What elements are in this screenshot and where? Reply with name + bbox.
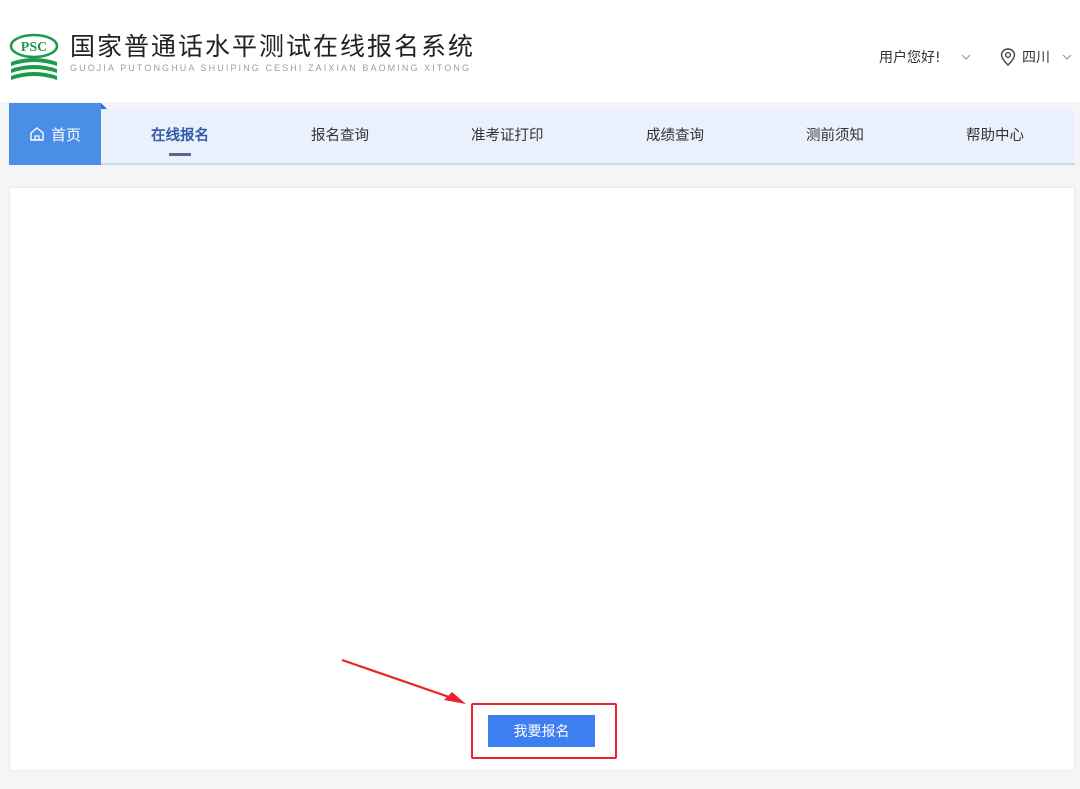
annotation-arrow bbox=[341, 658, 466, 704]
logo[interactable]: PSC 国家普通话水平测试在线报名系统 GUOJIA PUTONGHUA SHU… bbox=[8, 32, 475, 84]
location-label: 四川 bbox=[1022, 50, 1050, 66]
content-panel bbox=[9, 187, 1075, 771]
site-title: 国家普通话水平测试在线报名系统 bbox=[70, 32, 476, 61]
nav-item-score-query[interactable]: 成绩查询 bbox=[646, 109, 704, 163]
location-selector[interactable]: 四川 bbox=[1000, 46, 1072, 68]
nav-home-corner bbox=[101, 103, 107, 109]
user-menu[interactable]: 用户您好! bbox=[879, 46, 971, 68]
nav-active-indicator bbox=[169, 153, 191, 156]
nav-item-label: 在线报名 bbox=[151, 128, 209, 144]
nav-item-test-notice[interactable]: 测前须知 bbox=[806, 109, 864, 163]
nav-item-registration-query[interactable]: 报名查询 bbox=[311, 109, 369, 163]
nav-home[interactable]: 首页 bbox=[9, 103, 107, 165]
nav-item-label: 测前须知 bbox=[806, 128, 864, 144]
chevron-down-icon bbox=[961, 54, 971, 60]
user-greeting: 用户您好! bbox=[879, 50, 941, 66]
nav-item-help-center[interactable]: 帮助中心 bbox=[966, 109, 1024, 163]
apply-button[interactable]: 我要报名 bbox=[488, 715, 595, 747]
nav-item-label: 成绩查询 bbox=[646, 128, 704, 144]
home-icon bbox=[30, 127, 44, 141]
location-pin-icon bbox=[1000, 48, 1016, 66]
site-subtitle: GUOJIA PUTONGHUA SHUIPING CESHI ZAIXIAN … bbox=[70, 63, 472, 73]
nav-item-label: 报名查询 bbox=[311, 128, 369, 144]
nav-item-label: 准考证打印 bbox=[471, 128, 544, 144]
nav-item-label: 帮助中心 bbox=[966, 128, 1024, 144]
chevron-down-icon bbox=[1062, 54, 1072, 60]
nav-item-admission-ticket-print[interactable]: 准考证打印 bbox=[471, 109, 544, 163]
nav-home-label: 首页 bbox=[50, 125, 81, 144]
logo-badge-text: PSC bbox=[21, 40, 47, 55]
nav-item-online-registration[interactable]: 在线报名 bbox=[151, 109, 209, 163]
main-nav: 首页 在线报名 报名查询 准考证打印 成绩查询 测前须知 帮助中心 bbox=[9, 103, 1075, 165]
psc-logo-icon: PSC bbox=[9, 33, 59, 80]
header: PSC 国家普通话水平测试在线报名系统 GUOJIA PUTONGHUA SHU… bbox=[0, 0, 1080, 102]
